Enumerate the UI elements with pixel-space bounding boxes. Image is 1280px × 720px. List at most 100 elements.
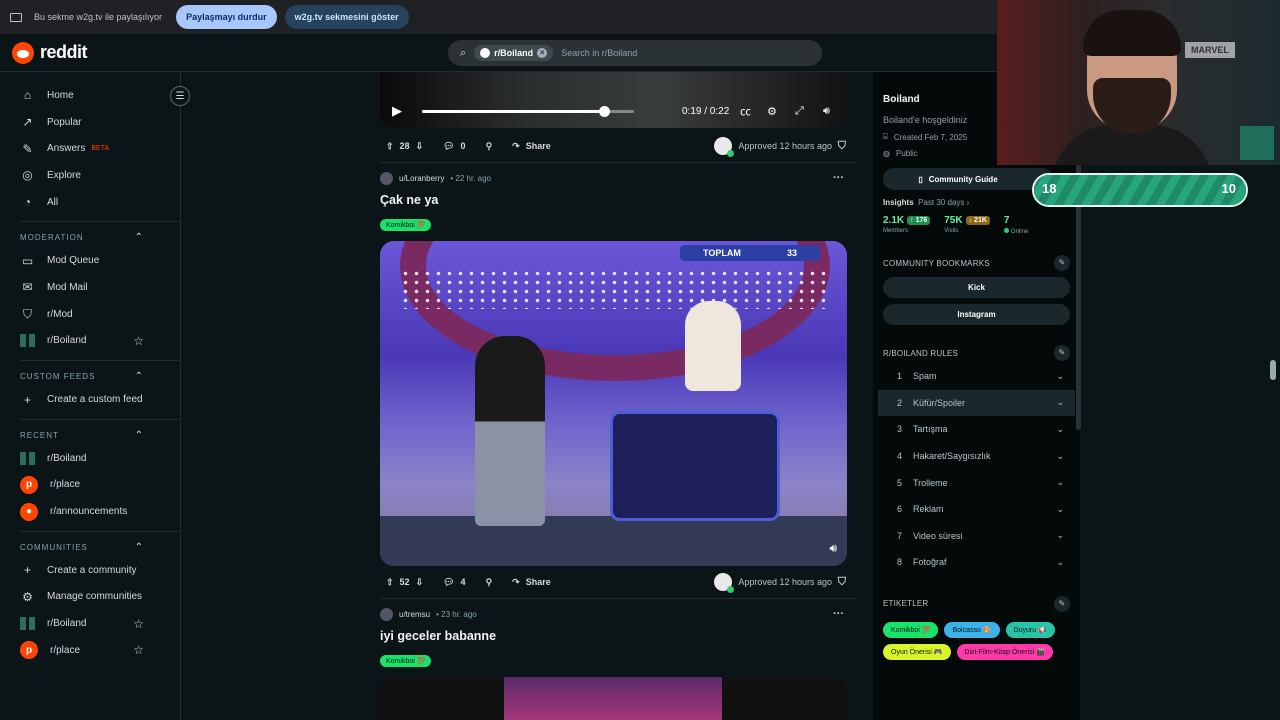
communities-section-header[interactable]: COMMUNITIES ⌃ <box>20 530 180 557</box>
video-progress-bar[interactable] <box>422 105 634 117</box>
user-avatar[interactable] <box>380 607 393 621</box>
nav-answers[interactable]: ✎ Answers BETA <box>20 135 180 162</box>
bookmark-instagram[interactable]: Instagram <box>883 304 1070 325</box>
post-card[interactable]: u/Loranberry • 22 hr. ago ··· Çak ne ya … <box>380 167 856 596</box>
video-player[interactable]: ▶ 0:19 / 0:22 ㏄ ⚙ ⤢ 🔊︎ <box>380 72 846 128</box>
gear-icon: ⚙ <box>22 589 33 604</box>
custom-feeds-section-header[interactable]: CUSTOM FEEDS ⌃ <box>20 360 180 386</box>
search-community-chip[interactable]: r/Boiland × <box>474 45 554 61</box>
settings-gear-icon[interactable]: ⚙ <box>767 105 777 118</box>
search-input[interactable]: Search in r/Boiland <box>561 48 637 58</box>
edit-pencil-icon[interactable]: ✎ <box>1054 345 1070 361</box>
community-r-place[interactable]: p r/place ☆ <box>20 637 180 664</box>
tag-chip[interactable]: Duyuru 📢 <box>1005 621 1055 638</box>
nav-r-boiland-mod[interactable]: r/Boiland ☆ <box>20 328 180 355</box>
rule-item[interactable]: 7 Video süresi ⌄ <box>883 523 1070 550</box>
volume-icon[interactable]: 🔊︎ <box>823 105 830 118</box>
edit-pencil-icon[interactable]: ✎ <box>1054 255 1070 271</box>
insights-period: Past 30 days › <box>918 198 970 207</box>
award-button[interactable]: ⚲ <box>480 135 499 157</box>
post-title[interactable]: iyi geceler babanne <box>380 629 856 643</box>
reddit-wordmark: reddit <box>40 42 88 62</box>
create-custom-feed[interactable]: + Create a custom feed <box>20 386 180 413</box>
search-icon: ⌕ <box>460 46 467 59</box>
favorite-star-icon[interactable]: ☆ <box>133 643 144 657</box>
post-title[interactable]: Çak ne ya <box>380 193 856 207</box>
more-options-icon[interactable]: ··· <box>833 608 844 620</box>
stop-sharing-button[interactable]: Paylaşmayı durdur <box>176 5 277 29</box>
nav-label: r/Boiland <box>47 335 87 347</box>
recent-section-header[interactable]: RECENT ⌃ <box>20 418 180 445</box>
share-button[interactable]: ↷ Share <box>506 571 557 593</box>
recent-r-announcements[interactable]: ● r/announcements <box>20 498 180 525</box>
favorite-star-icon[interactable]: ☆ <box>133 334 144 348</box>
nav-home[interactable]: ⌂ Home <box>20 82 180 109</box>
recent-r-boiland[interactable]: r/Boiland <box>20 445 180 472</box>
nav-mod-mail[interactable]: ✉ Mod Mail <box>20 274 180 301</box>
edit-pencil-icon[interactable]: ✎ <box>1054 595 1070 612</box>
approval-status: Approved 12 hours ago <box>714 137 832 157</box>
clear-chip-icon[interactable]: × <box>537 48 548 58</box>
play-icon[interactable]: ▶ <box>392 103 402 119</box>
rule-item[interactable]: 1 Spam ⌄ <box>883 363 1070 390</box>
tag-chip[interactable]: Komikboi 💯 <box>883 621 939 638</box>
post-video[interactable]: TOPLAM 33 🔊︎ <box>380 241 847 566</box>
rule-item[interactable]: 3 Tartışma ⌄ <box>883 416 1070 443</box>
post-author[interactable]: u/tremsu <box>399 610 430 619</box>
post-author[interactable]: u/Loranberry <box>399 174 444 183</box>
rule-item[interactable]: 8 Fotoğraf ⌄ <box>883 549 1070 576</box>
tag-chip[interactable]: Dizi-Film-Kitap Önerisi 🎬 <box>956 643 1053 660</box>
post-flair[interactable]: Komikboi 💯 <box>380 655 432 667</box>
vote-count: 28 <box>399 141 410 151</box>
award-button[interactable]: ⚲ <box>480 571 499 593</box>
nav-popular[interactable]: ↗ Popular <box>20 109 180 136</box>
nav-all[interactable]: ◔ All <box>20 189 180 216</box>
rule-item[interactable]: 4 Hakaret/Saygısızlık ⌄ <box>883 443 1070 470</box>
upvote-icon[interactable]: ⇧ <box>386 141 394 152</box>
approval-text: Approved 12 hours ago <box>738 141 832 151</box>
nav-r-mod[interactable]: ⛉ r/Mod <box>20 301 180 328</box>
mod-shield-icon[interactable]: ⛉ <box>838 140 846 153</box>
fullscreen-icon[interactable]: ⤢ <box>795 105 804 118</box>
moderation-section-header[interactable]: MODERATION ⌃ <box>20 221 180 247</box>
community-guide-button[interactable]: ▯ Community Guide <box>883 168 1053 190</box>
downvote-icon[interactable]: ⇩ <box>416 577 424 588</box>
tag-chip[interactable]: Oyun Önerisi 🎮 <box>883 643 951 660</box>
downvote-icon[interactable]: ⇩ <box>416 141 424 152</box>
page-scrollbar-thumb[interactable] <box>1270 360 1276 380</box>
search-bar[interactable]: ⌕ r/Boiland × Search in r/Boiland <box>448 40 822 66</box>
comments-button[interactable]: 💬︎ 0 <box>437 135 471 157</box>
favorite-star-icon[interactable]: ☆ <box>133 617 144 631</box>
post-divider <box>380 598 856 599</box>
rule-item[interactable]: 6 Reklam ⌄ <box>883 496 1070 523</box>
captions-icon[interactable]: ㏄ <box>740 103 751 119</box>
recent-r-place[interactable]: p r/place <box>20 472 180 499</box>
score-stripes <box>1034 175 1246 205</box>
comments-button[interactable]: 💬︎ 4 <box>437 571 471 593</box>
show-tab-button[interactable]: w2g.tv sekmesini göster <box>284 5 409 29</box>
volume-icon[interactable]: 🔊︎ <box>829 541 837 556</box>
community-sidebar: Boiland Boiland'e hoşgeldiniz ⌸ Created F… <box>873 72 1080 720</box>
sidebar-toggle-button[interactable]: ☰ <box>170 86 190 106</box>
tag-chip[interactable]: Boicasso 🎨 <box>944 621 1000 638</box>
user-avatar[interactable] <box>380 171 393 185</box>
community-r-boiland[interactable]: r/Boiland ☆ <box>20 610 180 637</box>
video-lights <box>400 269 830 309</box>
reddit-logo-icon <box>12 41 34 64</box>
post-video[interactable] <box>380 677 847 720</box>
reddit-logo[interactable]: reddit <box>12 41 88 64</box>
upvote-icon[interactable]: ⇧ <box>386 577 394 588</box>
create-community[interactable]: + Create a community <box>20 557 180 584</box>
share-button[interactable]: ↷ Share <box>506 135 557 157</box>
mod-shield-icon[interactable]: ⛉ <box>838 576 846 589</box>
rule-item[interactable]: 5 Trolleme ⌄ <box>883 469 1070 496</box>
post-flair[interactable]: Komikboi 💯 <box>380 219 432 231</box>
nav-mod-queue[interactable]: ▭ Mod Queue <box>20 247 180 274</box>
more-options-icon[interactable]: ··· <box>833 172 844 184</box>
rule-item[interactable]: 2 Küfür/Spoiler ⌄ <box>878 389 1075 417</box>
manage-communities[interactable]: ⚙ Manage communities <box>20 584 180 611</box>
post-card[interactable]: u/tremsu • 23 hr. ago ··· iyi geceler ba… <box>380 603 856 720</box>
nav-explore[interactable]: ◎ Explore <box>20 162 180 189</box>
progress-knob[interactable] <box>599 105 611 117</box>
bookmark-kick[interactable]: Kick <box>883 277 1070 298</box>
